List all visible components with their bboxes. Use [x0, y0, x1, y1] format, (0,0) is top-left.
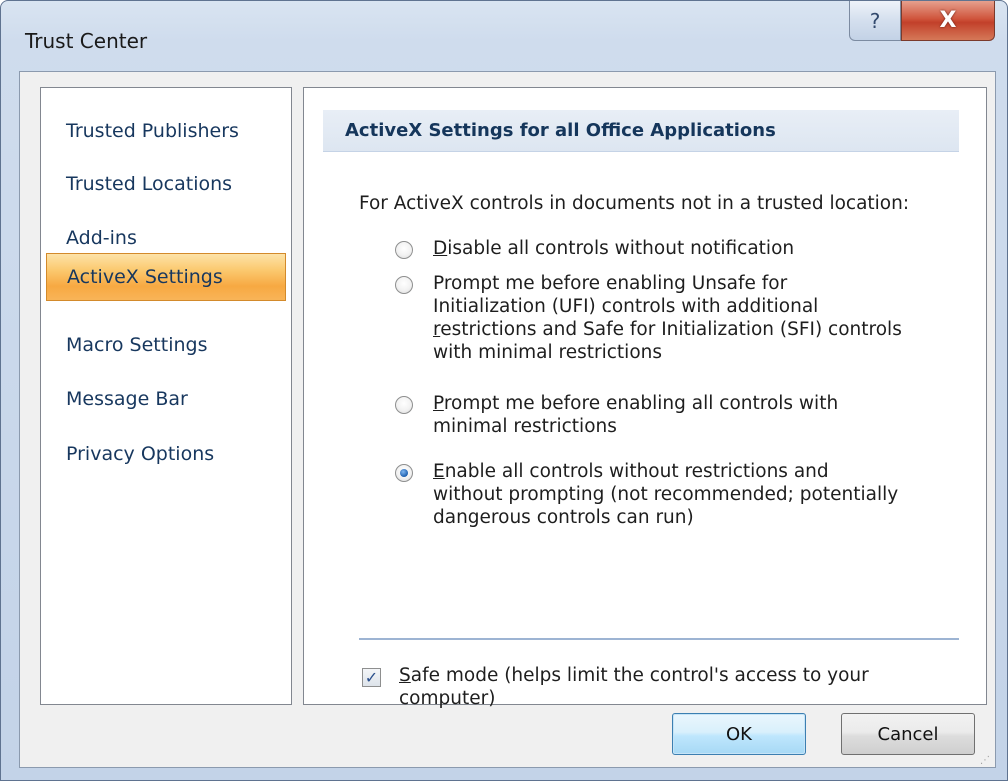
sidebar-item-privacy-options[interactable]: Privacy Options [46, 431, 286, 477]
ok-button[interactable]: OK [672, 713, 806, 755]
radio-label: Prompt me before enabling all controls w… [433, 392, 963, 438]
help-icon[interactable]: ? [849, 1, 901, 41]
label-text: rompt me before enabling all controls wi… [443, 393, 839, 414]
label-line: restrictions and Safe for Initialization… [433, 318, 963, 341]
category-list: Trusted Publishers Trusted Locations Add… [40, 87, 292, 705]
sidebar-item-trusted-locations[interactable]: Trusted Locations [46, 161, 286, 207]
sidebar-item-trusted-publishers[interactable]: Trusted Publishers [46, 108, 286, 154]
radio-label: Disable all controls without notificatio… [433, 237, 963, 260]
radio-button[interactable] [395, 396, 413, 414]
sidebar-item-label: Privacy Options [66, 443, 215, 465]
radio-button[interactable] [395, 241, 413, 259]
label-line: Initialization (UFI) controls with addit… [433, 296, 819, 317]
section-divider [359, 638, 959, 640]
window-title: Trust Center [25, 29, 148, 53]
accelerator-key: D [433, 238, 448, 259]
sidebar-item-label: ActiveX Settings [67, 266, 223, 288]
sidebar-item-label: Message Bar [66, 388, 188, 410]
accelerator-key: E [433, 461, 445, 482]
sidebar-item-label: Trusted Publishers [66, 120, 239, 142]
label-text: estrictions and Safe for Initialization … [440, 319, 902, 340]
sidebar-item-activex-settings[interactable]: ActiveX Settings [46, 253, 286, 301]
accelerator-key: S [399, 665, 411, 686]
sidebar-item-label: Macro Settings [66, 334, 208, 356]
safe-mode-label: Safe mode (helps limit the control's acc… [399, 664, 959, 710]
intro-text: For ActiveX controls in documents not in… [359, 193, 910, 214]
label-line: Prompt me before enabling all controls w… [433, 392, 963, 415]
cancel-button[interactable]: Cancel [841, 713, 975, 755]
safe-mode-checkbox[interactable]: ✓ [362, 668, 381, 687]
trust-center-dialog: Trust Center ? X Trusted Publishers Trus… [0, 0, 1008, 781]
title-bar[interactable]: Trust Center ? X [1, 1, 1007, 71]
radio-disable-all[interactable]: Disable all controls without notificatio… [387, 238, 947, 264]
radio-prompt-ufi[interactable]: Prompt me before enabling Unsafe for Ini… [387, 273, 947, 371]
label-line: Safe mode (helps limit the control's acc… [399, 664, 959, 687]
label-text: afe mode (helps limit the control's acce… [410, 665, 869, 686]
sidebar-item-message-bar[interactable]: Message Bar [46, 376, 286, 422]
checkmark-icon: ✓ [364, 668, 379, 687]
radio-button-selected[interactable] [395, 464, 413, 482]
label-text: isable all controls without notification [447, 238, 795, 259]
radio-button[interactable] [395, 276, 413, 294]
sidebar-item-label: Add-ins [66, 227, 137, 249]
label-line: computer) [399, 688, 496, 709]
radio-label: Prompt me before enabling Unsafe for Ini… [433, 272, 963, 364]
accelerator-key: P [433, 393, 444, 414]
radio-prompt-all[interactable]: Prompt me before enabling all controls w… [387, 393, 947, 443]
label-line: dangerous controls can run) [433, 507, 694, 528]
label-line: with minimal restrictions [433, 342, 663, 363]
sidebar-item-label: Trusted Locations [66, 173, 233, 195]
label-text: nable all controls without restrictions … [444, 461, 829, 482]
radio-enable-all[interactable]: Enable all controls without restrictions… [387, 461, 947, 535]
settings-panel: ActiveX Settings for all Office Applicat… [303, 87, 987, 709]
label-line: without prompting (not recommended; pote… [433, 484, 899, 505]
section-title: ActiveX Settings for all Office Applicat… [323, 110, 959, 152]
radio-label: Enable all controls without restrictions… [433, 460, 963, 529]
dialog-body: Trusted Publishers Trusted Locations Add… [19, 71, 996, 768]
close-icon[interactable]: X [901, 1, 995, 41]
label-line: Prompt me before enabling Unsafe for [433, 273, 788, 294]
label-line: minimal restrictions [433, 416, 617, 437]
label-line: Enable all controls without restrictions… [433, 460, 963, 483]
resize-grip-icon[interactable]: ⋰ [980, 755, 992, 767]
sidebar-item-macro-settings[interactable]: Macro Settings [46, 322, 286, 368]
